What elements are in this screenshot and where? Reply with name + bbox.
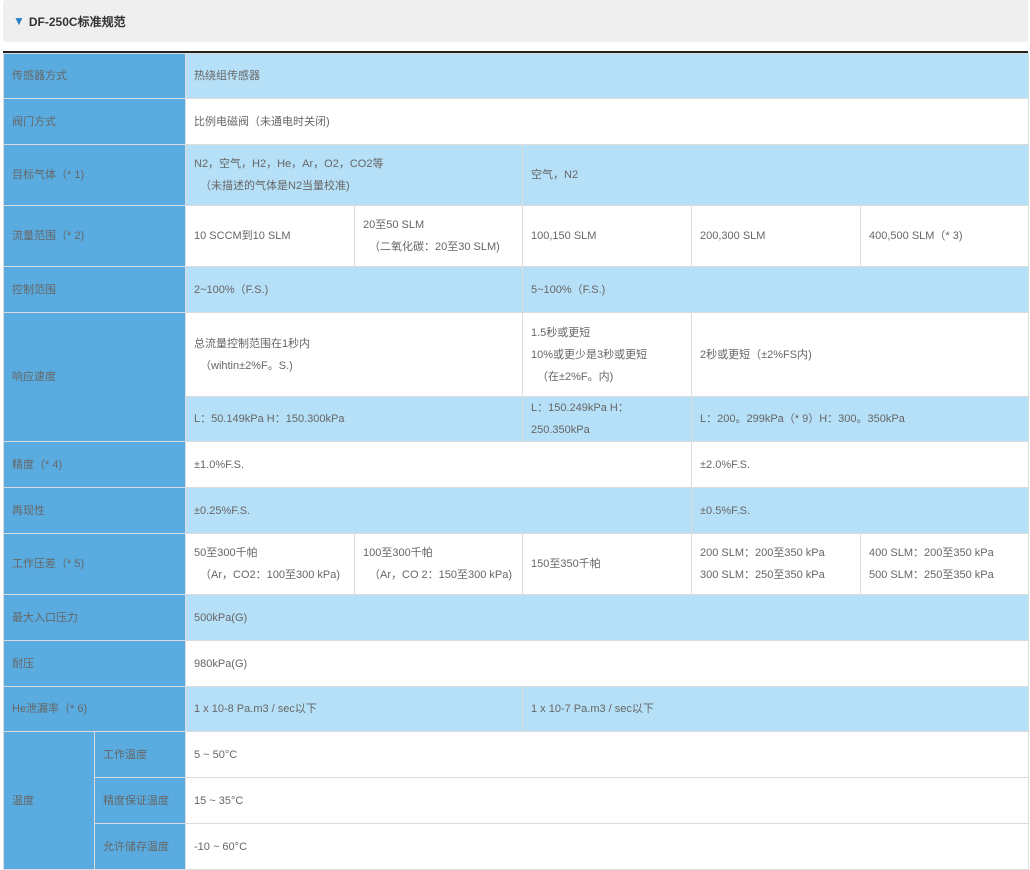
cell-value: N2，空气，H2，He，Ar，O2，CO2等 （未描述的气体是N2当量校准) xyxy=(185,144,523,206)
table-row: 阀门方式 比例电磁阀（未通电时关闭) xyxy=(3,98,1030,145)
table-row: 流量范围（* 2) 10 SCCM到10 SLM 20至50 SLM （二氧化碳… xyxy=(3,205,1030,267)
cell-value: 50至300千帕 （Ar，CO2：100至300 kPa) xyxy=(185,533,355,595)
row-label: 流量范围（* 2) xyxy=(3,205,186,267)
row-label: 精度（* 4) xyxy=(3,441,186,488)
table-row: 控制范围 2~100%（F.S.) 5~100%（F.S.) xyxy=(3,266,1030,313)
cell-value: 空气，N2 xyxy=(521,144,1030,206)
spec-table: 传感器方式 热绕组传感器 阀门方式 比例电磁阀（未通电时关闭) 目标气体（* 1… xyxy=(3,53,1030,870)
cell-value: 200,300 SLM xyxy=(691,205,861,267)
cell-value: 比例电磁阀（未通电时关闭) xyxy=(184,98,1030,145)
section-header[interactable]: ▼ DF-250C标准规范 xyxy=(3,0,1028,42)
cell-line: 500 SLM：250至350 kPa xyxy=(869,569,994,581)
row-label: 阀门方式 xyxy=(3,98,186,145)
cell-value: 500kPa(G) xyxy=(184,594,1030,641)
cell-value: 热绕组传感器 xyxy=(184,53,1030,99)
cell-value: ±2.0%F.S. xyxy=(690,441,1030,488)
table-row: 耐压 980kPa(G) xyxy=(3,640,1030,687)
row-label: 最大入口压力 xyxy=(3,594,186,641)
row-label: 传感器方式 xyxy=(3,53,186,99)
cell-value: L：150.249kPa H：250.350kPa xyxy=(522,396,692,442)
cell-value: 1 x 10-7 Pa.m3 / sec以下 xyxy=(521,686,1030,732)
cell-value: 150至350千帕 xyxy=(522,533,692,595)
cell-value: 总流量控制范围在1秒内 （wihtin±2%F。S.) xyxy=(185,312,523,397)
cell-value: 1 x 10-8 Pa.m3 / sec以下 xyxy=(185,686,523,732)
cell-line: 总流量控制范围在1秒内 xyxy=(194,337,311,350)
cell-value: 200 SLM：200至350 kPa 300 SLM：250至350 kPa xyxy=(691,533,861,595)
cell-value: 400,500 SLM（* 3) xyxy=(859,205,1030,267)
row-label: He泄漏率（* 6) xyxy=(3,686,186,732)
cell-value: 2~100%（F.S.) xyxy=(185,266,523,313)
cell-line: （wihtin±2%F。S.) xyxy=(200,359,293,372)
cell-value: 5~100%（F.S.) xyxy=(521,266,1030,313)
table-row: 响应速度 总流量控制范围在1秒内 （wihtin±2%F。S.) 1.5秒或更短… xyxy=(3,312,1030,442)
sub-label: 允许储存温度 xyxy=(94,823,186,870)
table-row: 传感器方式 热绕组传感器 xyxy=(3,53,1030,99)
cell-line: （未描述的气体是N2当量校准) xyxy=(200,180,350,192)
table-row: 最大入口压力 500kPa(G) xyxy=(3,594,1030,641)
cell-value: 100,150 SLM xyxy=(522,205,692,267)
cell-value: ±0.25%F.S. xyxy=(185,487,692,534)
row-label: 目标气体（* 1) xyxy=(3,144,186,206)
cell-line: 400 SLM：200至350 kPa xyxy=(869,547,994,559)
row-label: 耐压 xyxy=(3,640,186,687)
sub-label: 精度保证温度 xyxy=(94,777,186,824)
row-label: 温度 xyxy=(3,731,95,870)
cell-line: （Ar，CO 2：150至300 kPa) xyxy=(369,569,513,581)
cell-line: N2，空气，H2，He，Ar，O2，CO2等 xyxy=(194,158,384,170)
cell-value: 15 ~ 35°C xyxy=(184,777,1030,824)
sub-label: 工作温度 xyxy=(94,731,186,778)
row-label: 再现性 xyxy=(3,487,186,534)
cell-value: 100至300千帕 （Ar，CO 2：150至300 kPa) xyxy=(354,533,523,595)
table-row: 再现性 ±0.25%F.S. ±0.5%F.S. xyxy=(3,487,1030,534)
cell-value: 10 SCCM到10 SLM xyxy=(185,205,355,267)
cell-value: L：50.149kPa H：150.300kPa xyxy=(185,396,523,442)
cell-value: ±1.0%F.S. xyxy=(185,441,692,488)
cell-line: （Ar，CO2：100至300 kPa) xyxy=(200,569,340,581)
cell-value: 20至50 SLM （二氧化碳：20至30 SLM) xyxy=(354,205,523,267)
cell-value: 5 ~ 50°C xyxy=(184,731,1030,778)
table-row: 允许储存温度 -10 ~ 60°C xyxy=(4,823,1030,870)
cell-value: 980kPa(G) xyxy=(184,640,1030,687)
table-row: He泄漏率（* 6) 1 x 10-8 Pa.m3 / sec以下 1 x 10… xyxy=(3,686,1030,732)
cell-line: （在±2%F。内) xyxy=(537,370,614,383)
cell-line: 100至300千帕 xyxy=(363,547,433,559)
cell-line: 50至300千帕 xyxy=(194,547,258,559)
table-row: 工作压差（* 5) 50至300千帕 （Ar，CO2：100至300 kPa) … xyxy=(3,533,1030,595)
cell-line: 200 SLM：200至350 kPa xyxy=(700,547,825,559)
row-label: 响应速度 xyxy=(3,312,186,442)
cell-value: 2秒或更短（±2%FS内) xyxy=(690,312,1030,397)
collapse-triangle-icon[interactable]: ▼ xyxy=(13,14,25,28)
cell-line: 20至50 SLM xyxy=(363,219,425,231)
cell-line: （二氧化碳：20至30 SLM) xyxy=(369,241,500,253)
cell-line: 10%或更少是3秒或更短 xyxy=(531,348,648,361)
cell-value: -10 ~ 60°C xyxy=(184,823,1030,870)
cell-line: 300 SLM：250至350 kPa xyxy=(700,569,825,581)
table-row: 精度（* 4) ±1.0%F.S. ±2.0%F.S. xyxy=(3,441,1030,488)
section-title: DF-250C标准规范 xyxy=(28,14,126,29)
cell-value: 400 SLM：200至350 kPa 500 SLM：250至350 kPa xyxy=(859,533,1030,595)
row-label: 工作压差（* 5) xyxy=(3,533,186,595)
table-row: 温度 工作温度 5 ~ 50°C xyxy=(3,731,1030,870)
cell-line: 1.5秒或更短 xyxy=(531,326,591,339)
table-row: 目标气体（* 1) N2，空气，H2，He，Ar，O2，CO2等 （未描述的气体… xyxy=(3,144,1030,206)
table-row: 精度保证温度 15 ~ 35°C xyxy=(4,777,1030,824)
cell-value: L：200。299kPa（* 9）H：300。350kPa xyxy=(690,396,1030,442)
row-label: 控制范围 xyxy=(3,266,186,313)
cell-value: ±0.5%F.S. xyxy=(690,487,1030,534)
cell-value: 1.5秒或更短 10%或更少是3秒或更短 （在±2%F。内) xyxy=(522,312,692,397)
